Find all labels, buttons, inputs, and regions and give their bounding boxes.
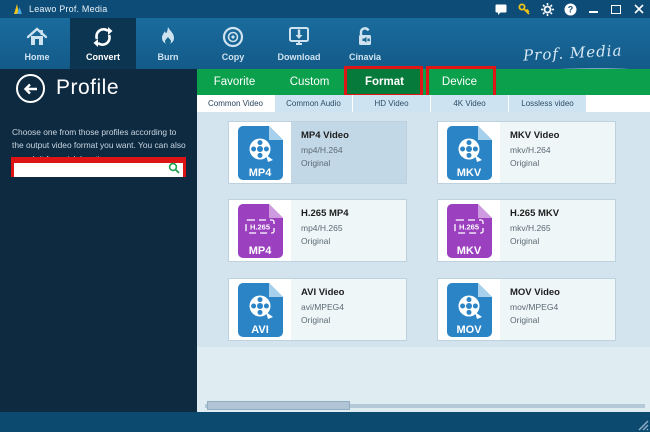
window-title: Leawo Prof. Media [29, 4, 107, 14]
svg-text:H.265: H.265 [250, 222, 270, 231]
search-input[interactable] [14, 163, 183, 177]
svg-text:?: ? [567, 4, 573, 14]
tab-device[interactable]: Device [422, 69, 497, 95]
profile-card-avi[interactable]: AVI AVI Video avi/MPEG4 Original [228, 278, 407, 341]
profile-title: MOV Video [510, 287, 615, 298]
gear-icon[interactable] [540, 2, 554, 16]
profile-format: mp4/H.265 [301, 223, 406, 233]
nav-home[interactable]: Home [4, 18, 70, 69]
h265-mp4-file-icon: H.265 MP4 [236, 203, 284, 259]
profile-title: AVI Video [301, 287, 406, 298]
back-button[interactable] [16, 74, 45, 103]
nav-burn[interactable]: Burn [135, 18, 201, 69]
subcategory-tabs: Common Video Common Audio HD Video 4K Vi… [197, 95, 650, 112]
nav-cinavia[interactable]: Cinavia [332, 18, 398, 69]
close-button[interactable] [632, 2, 646, 16]
feedback-icon[interactable] [494, 2, 508, 16]
sidebar [0, 69, 197, 412]
h265-mkv-file-icon: H.265 MKV [445, 203, 493, 259]
brand-script: Prof. Media [522, 41, 622, 64]
nav-download-label: Download [278, 52, 321, 62]
minimize-button[interactable] [586, 2, 600, 16]
mkv-file-icon: MKV [445, 125, 493, 181]
help-icon[interactable]: ? [563, 2, 577, 16]
profile-title: H.265 MP4 [301, 208, 406, 219]
profile-card-h265-mkv[interactable]: H.265 MKV H.265 MKV mkv/H.265 Original [437, 199, 616, 262]
profile-card-mkv[interactable]: MKV MKV Video mkv/H.264 Original [437, 121, 616, 184]
mov-file-icon: MOV [445, 282, 493, 338]
subtab-common-video[interactable]: Common Video [197, 95, 275, 112]
profile-title: MP4 Video [301, 130, 406, 141]
svg-text:AVI: AVI [251, 324, 269, 336]
horizontal-scrollbar-thumb[interactable] [207, 401, 350, 410]
profile-quality: Original [510, 236, 615, 246]
tab-format[interactable]: Format [347, 69, 422, 95]
search-annotation-box [11, 157, 186, 177]
profile-quality: Original [510, 158, 615, 168]
profile-format: avi/MPEG4 [301, 302, 406, 312]
profile-quality: Original [301, 158, 406, 168]
profile-format: mkv/H.265 [510, 223, 615, 233]
copy-icon [221, 25, 245, 49]
main-nav: Home Convert Burn Copy Download Cinavia … [0, 18, 650, 69]
profile-card-mov[interactable]: MOV MOV Video mov/MPEG4 Original [437, 278, 616, 341]
nav-convert[interactable]: Convert [70, 18, 136, 69]
app-logo-icon [13, 4, 23, 15]
resize-grip[interactable] [637, 419, 649, 431]
profile-title: H.265 MKV [510, 208, 615, 219]
nav-cinavia-label: Cinavia [349, 52, 381, 62]
subtab-hd-video[interactable]: HD Video [353, 95, 431, 112]
nav-download[interactable]: Download [266, 18, 332, 69]
title-bar: Leawo Prof. Media ? [0, 0, 650, 18]
profile-card-mp4[interactable]: MP4 MP4 Video mp4/H.264 Original [228, 121, 407, 184]
profile-format: mp4/H.264 [301, 145, 406, 155]
burn-icon [156, 25, 180, 49]
convert-icon [91, 25, 115, 49]
nav-copy[interactable]: Copy [200, 18, 266, 69]
search-icon[interactable] [168, 162, 180, 174]
page-title: Profile [56, 76, 119, 100]
mp4-file-icon: MP4 [236, 125, 284, 181]
download-icon [287, 25, 311, 49]
profile-format: mov/MPEG4 [510, 302, 615, 312]
home-icon [25, 25, 49, 49]
profile-format: mkv/H.264 [510, 145, 615, 155]
tab-custom[interactable]: Custom [272, 69, 347, 95]
nav-burn-label: Burn [158, 52, 179, 62]
nav-home-label: Home [24, 52, 49, 62]
svg-text:MP4: MP4 [249, 245, 273, 257]
key-icon[interactable] [517, 2, 531, 16]
svg-text:H.265: H.265 [459, 222, 479, 231]
profile-card-h265-mp4[interactable]: H.265 MP4 H.265 MP4 mp4/H.265 Original [228, 199, 407, 262]
svg-text:MP4: MP4 [249, 167, 273, 179]
svg-text:MOV: MOV [456, 324, 482, 336]
profile-quality: Original [301, 315, 406, 325]
svg-text:MKV: MKV [457, 245, 482, 257]
category-tabs: Favorite Custom Format Device [197, 69, 650, 95]
status-bar [0, 412, 650, 432]
cinavia-icon [353, 25, 377, 49]
back-arrow-icon [23, 83, 38, 95]
profile-title: MKV Video [510, 130, 615, 141]
maximize-button[interactable] [609, 2, 623, 16]
subtab-common-audio[interactable]: Common Audio [275, 95, 353, 112]
nav-convert-label: Convert [86, 52, 120, 62]
avi-file-icon: AVI [236, 282, 284, 338]
nav-copy-label: Copy [222, 52, 245, 62]
subtab-4k-video[interactable]: 4K Video [431, 95, 509, 112]
profile-quality: Original [301, 236, 406, 246]
profile-quality: Original [510, 315, 615, 325]
svg-text:MKV: MKV [457, 167, 482, 179]
tab-favorite[interactable]: Favorite [197, 69, 272, 95]
subtab-lossless-video[interactable]: Lossless video [509, 95, 587, 112]
